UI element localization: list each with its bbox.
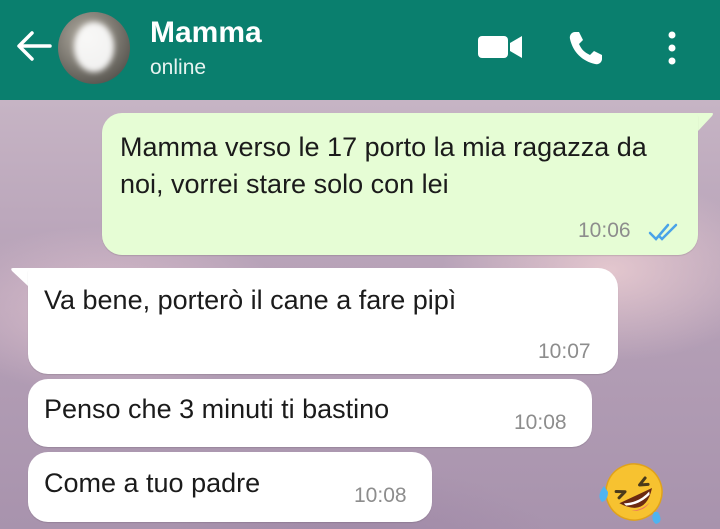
message-incoming[interactable]: Come a tuo padre 10:08 [28,452,432,522]
message-incoming[interactable]: Va bene, porterò il cane a fare pipì 10:… [28,268,618,374]
message-text: Penso che 3 minuti ti bastino [44,394,390,424]
message-text: Va bene, porterò il cane a fare pipì [44,285,457,315]
contact-name[interactable]: Mamma [150,16,262,50]
chat-header: Mamma online [0,0,720,100]
rolling-laughing-emoji-icon [599,463,663,524]
message-time: 10:08 [354,484,407,507]
contact-status: online [150,56,207,79]
video-call-icon[interactable] [476,32,524,62]
back-arrow-icon[interactable] [14,28,54,64]
message-text: Mamma verso le 17 porto la mia ragazza d… [120,132,647,199]
message-outgoing[interactable]: Mamma verso le 17 porto la mia ragazza d… [102,113,698,255]
avatar[interactable] [58,12,130,84]
message-text: Come a tuo padre [44,468,261,498]
message-time: 10:08 [514,411,567,434]
more-options-icon[interactable] [662,28,682,68]
message-time: 10:06 [578,219,631,242]
phone-icon[interactable] [566,28,606,68]
message-incoming[interactable]: Penso che 3 minuti ti bastino 10:08 [28,379,592,447]
message-time: 10:07 [538,340,591,363]
double-check-read-icon [648,223,678,241]
